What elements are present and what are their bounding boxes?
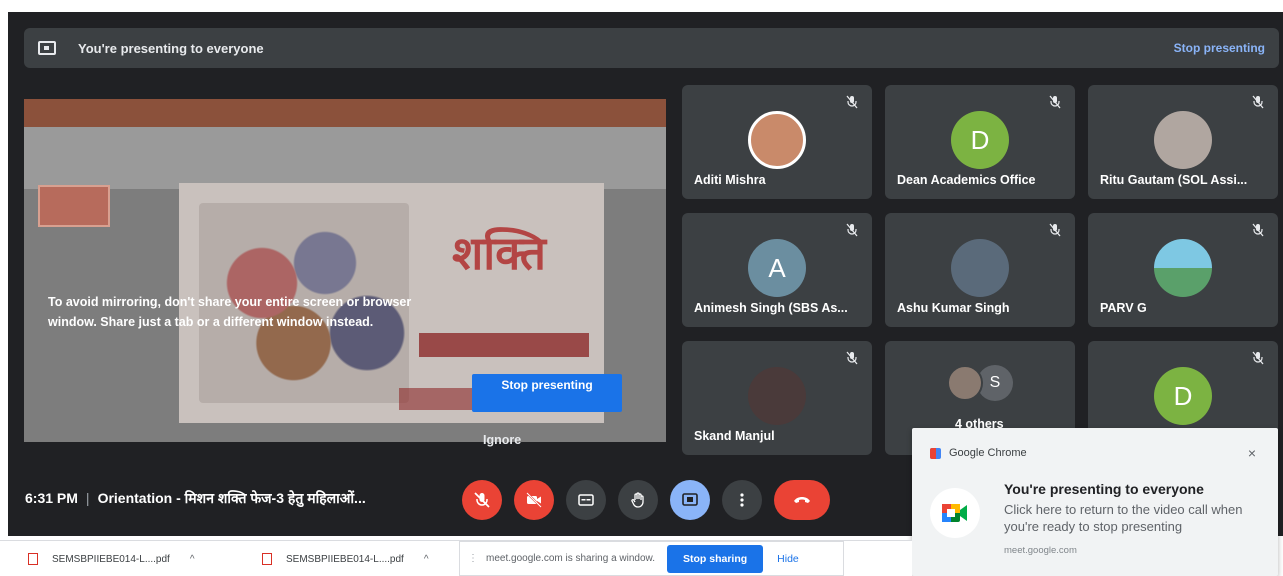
participant-name: Animesh Singh (SBS As... — [694, 301, 848, 315]
more-vert-icon — [740, 493, 744, 507]
pdf-icon — [28, 553, 38, 565]
participant-tile[interactable]: Aditi Mishra — [682, 85, 872, 199]
participant-tile[interactable]: Ritu Gautam (SOL Assi... — [1088, 85, 1278, 199]
camera-toggle-button[interactable] — [514, 480, 554, 520]
mic-muted-icon — [1049, 95, 1061, 109]
mic-toggle-button[interactable] — [462, 480, 502, 520]
presenting-banner: You're presenting to everyone Stop prese… — [24, 28, 1279, 68]
download-item[interactable]: SEMSBPIIEBE014-L....pdf ^ — [28, 553, 195, 565]
notification-body: Click here to return to the video call w… — [1004, 502, 1243, 534]
separator: | — [85, 490, 90, 506]
mic-muted-icon — [846, 223, 858, 237]
participant-name: Skand Manjul — [694, 429, 775, 443]
chrome-notification[interactable]: Google Chrome × You're presenting to eve… — [912, 428, 1278, 576]
slide-logo: शक्ति — [451, 226, 547, 280]
participant-tile[interactable]: Skand Manjul — [682, 341, 872, 455]
avatar — [951, 239, 1009, 297]
hand-icon — [631, 492, 644, 508]
stop-presenting-button[interactable]: Stop presenting — [472, 374, 622, 412]
avatar — [1154, 239, 1212, 297]
close-icon[interactable]: × — [1248, 445, 1256, 461]
slide-toolbar — [24, 127, 666, 189]
notification-app-name: Google Chrome — [949, 447, 1027, 459]
share-bar-message: meet.google.com is sharing a window. — [486, 553, 655, 564]
avatar: D — [951, 111, 1009, 169]
present-screen-icon — [38, 41, 56, 55]
mirroring-warning: To avoid mirroring, don't share your ent… — [48, 295, 412, 329]
participant-name: Dean Academics Office — [897, 173, 1036, 187]
chevron-up-icon[interactable]: ^ — [424, 554, 429, 565]
download-filename: SEMSBPIIEBE014-L....pdf — [52, 553, 170, 565]
captions-button[interactable] — [566, 480, 606, 520]
more-options-button[interactable] — [722, 480, 762, 520]
google-meet-icon — [930, 488, 980, 538]
avatar-others-photo — [947, 365, 983, 401]
stop-sharing-button[interactable]: Stop sharing — [666, 544, 764, 573]
participant-tile[interactable]: PARV G — [1088, 213, 1278, 327]
participant-tile[interactable]: Ashu Kumar Singh — [885, 213, 1075, 327]
avatar: A — [748, 239, 806, 297]
present-screen-icon — [682, 493, 698, 506]
slide-thumbnail — [38, 185, 110, 227]
participant-tile[interactable]: D Dean Academics Office — [885, 85, 1075, 199]
mic-muted-icon — [1252, 351, 1264, 365]
notification-origin: meet.google.com — [1004, 545, 1077, 556]
presenting-message: You're presenting to everyone — [78, 40, 264, 56]
notification-header: Google Chrome — [930, 447, 1027, 459]
participant-name: Aditi Mishra — [694, 173, 766, 187]
hide-button[interactable]: Hide — [777, 553, 799, 565]
leave-call-button[interactable] — [774, 480, 830, 520]
present-now-button[interactable] — [670, 480, 710, 520]
screen-share-bar: ⋮ meet.google.com is sharing a window. S… — [459, 541, 844, 576]
mic-muted-icon — [846, 95, 858, 109]
avatar: D — [1154, 367, 1212, 425]
participant-tile[interactable]: A Animesh Singh (SBS As... — [682, 213, 872, 327]
mic-muted-icon — [1049, 223, 1061, 237]
avatar — [1154, 111, 1212, 169]
pdf-icon — [262, 553, 272, 565]
slide-ribbon — [24, 99, 666, 127]
participant-name: PARV G — [1100, 301, 1147, 315]
participant-name: Ashu Kumar Singh — [897, 301, 1010, 315]
participant-name: Ritu Gautam (SOL Assi... — [1100, 173, 1248, 187]
avatar — [748, 111, 806, 169]
mic-muted-icon — [1252, 95, 1264, 109]
stop-presenting-link[interactable]: Stop presenting — [1174, 41, 1265, 55]
ignore-button[interactable]: Ignore — [483, 433, 521, 447]
mic-muted-icon — [1252, 223, 1264, 237]
notification-title: You're presenting to everyone — [1004, 481, 1204, 497]
slide-banner — [419, 333, 589, 357]
chrome-icon — [930, 447, 941, 459]
download-filename: SEMSBPIIEBE014-L....pdf — [286, 553, 404, 565]
meeting-info: 6:31 PM | Orientation - मिशन शक्ति फेज-3 ह… — [25, 489, 366, 508]
avatar — [748, 367, 806, 425]
chevron-up-icon[interactable]: ^ — [190, 554, 195, 565]
meeting-title: Orientation - मिशन शक्ति फेज-3 हेतु महिल… — [97, 490, 366, 506]
mic-off-icon — [474, 492, 490, 508]
mic-muted-icon — [846, 351, 858, 365]
download-item[interactable]: SEMSBPIIEBE014-L....pdf ^ — [262, 553, 429, 565]
hang-up-icon — [794, 497, 810, 503]
meeting-time: 6:31 PM — [25, 490, 78, 506]
captions-icon — [578, 494, 594, 506]
raise-hand-button[interactable] — [618, 480, 658, 520]
camera-off-icon — [526, 492, 542, 508]
drag-handle-icon[interactable]: ⋮ — [468, 553, 478, 564]
